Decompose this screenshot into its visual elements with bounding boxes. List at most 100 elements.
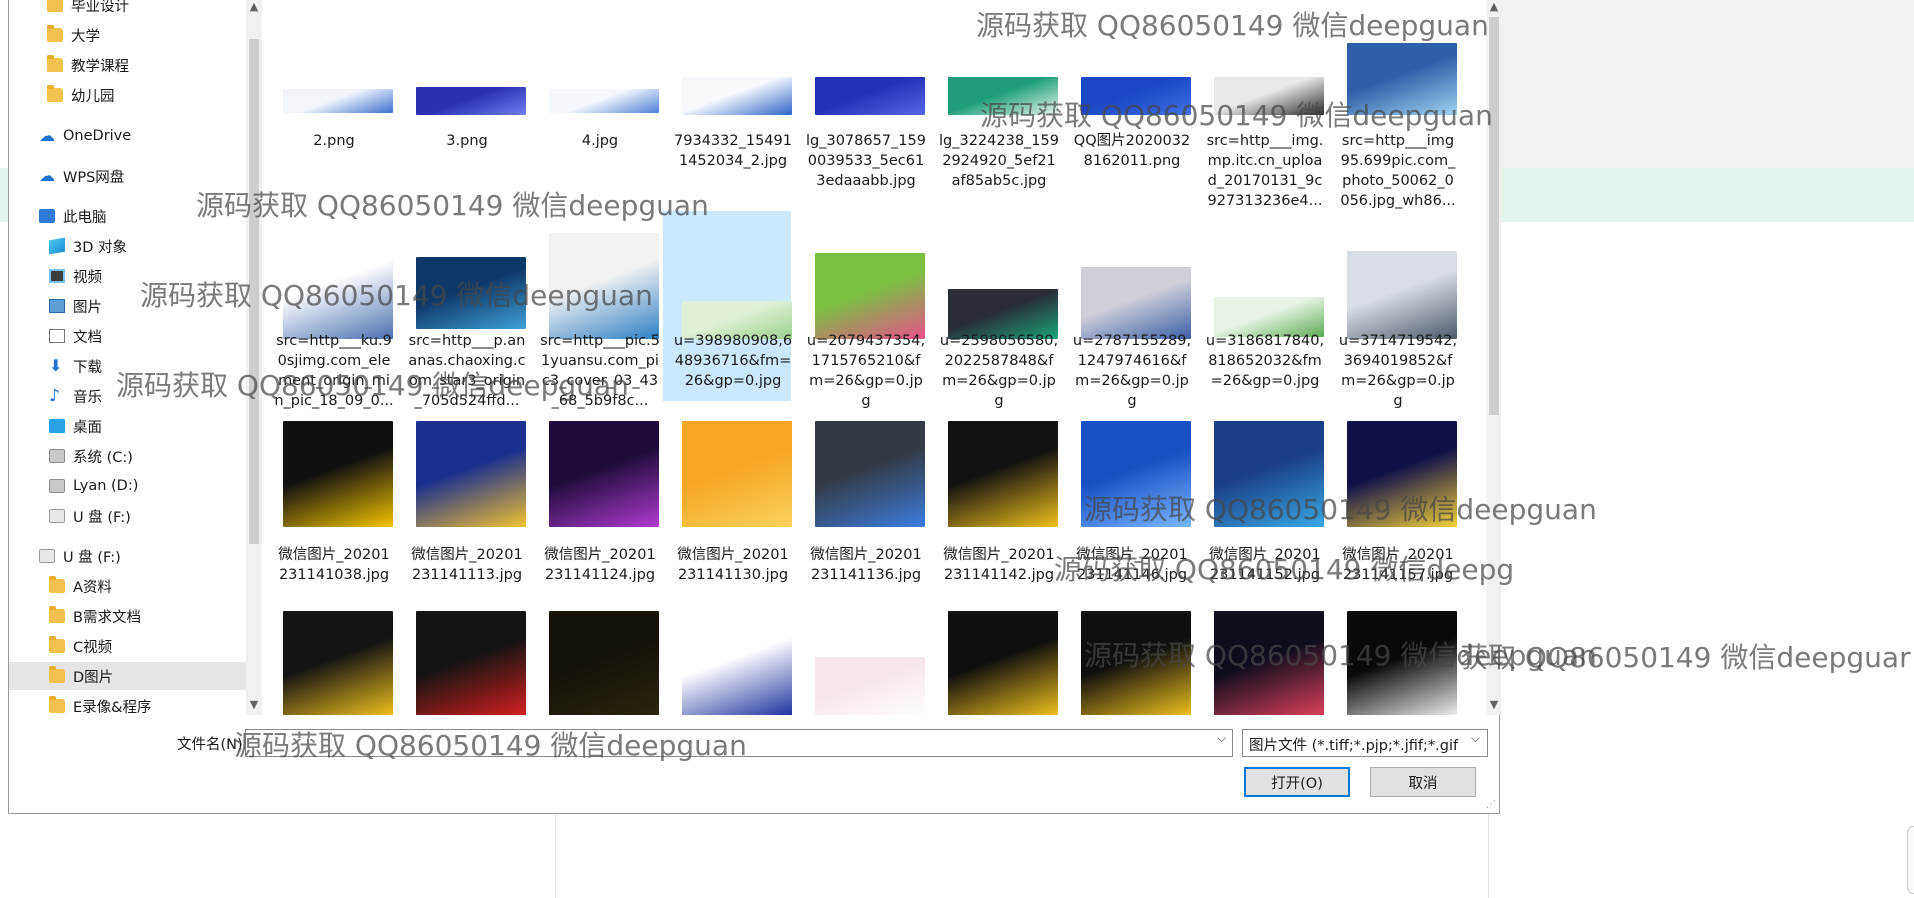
nav-usb-f-root[interactable]: U 盘 (F:)	[39, 542, 121, 570]
file-name: 微信图片_20201231141146.jpg	[1076, 547, 1188, 583]
file-item[interactable]: u=2079437354,1715765210&fm=26&gp=0.jpg	[796, 211, 925, 409]
file-item[interactable]: src=http___pic.51yuansu.com_pic3_cover_0…	[530, 211, 660, 409]
nav-3d-objects[interactable]: 3D 对象	[49, 232, 127, 260]
nav-drive-c[interactable]: 系统 (C:)	[49, 442, 133, 470]
file-name: src=http___pic.51yuansu.com_pic3_cover_0…	[540, 333, 660, 409]
nav-folder-courses[interactable]: 教学课程	[47, 51, 129, 79]
file-item[interactable]	[663, 609, 792, 715]
file-item[interactable]: u=3186817840,818652032&fm=26&gp=0.jpg	[1195, 211, 1324, 401]
nav-folder-b[interactable]: B需求文档	[49, 602, 141, 630]
file-name: u=2598056580,2022587848&fm=26&gp=0.jpg	[939, 333, 1059, 409]
file-item[interactable]	[1328, 609, 1457, 715]
nav-this-pc[interactable]: 此电脑	[39, 202, 107, 230]
scroll-up-arrow-icon[interactable]: ▲	[1487, 0, 1501, 15]
file-item[interactable]	[264, 609, 393, 715]
nav-folder-e[interactable]: E录像&程序	[49, 692, 151, 715]
file-item[interactable]: src=http___p.ananas.chaoxing.com_star3_o…	[397, 211, 526, 409]
file-name: 2.png	[313, 133, 355, 149]
file-item[interactable]: QQ图片20200328162011.png	[1062, 0, 1191, 179]
nav-desktop[interactable]: 桌面	[49, 412, 102, 440]
file-item[interactable]: 微信图片_20201231141113.jpg	[397, 419, 526, 599]
file-item[interactable]: 7934332_154911452034_2.jpg	[663, 0, 792, 179]
file-item[interactable]: 微信图片_20201231141136.jpg	[796, 419, 925, 599]
file-item[interactable]	[796, 609, 925, 715]
cloud-icon: ☁	[39, 126, 55, 145]
scroll-down-arrow-icon[interactable]: ▼	[1487, 697, 1501, 713]
file-thumbnail	[416, 257, 526, 329]
nav-folder-kindergarten[interactable]: 幼儿园	[47, 81, 115, 109]
music-icon: ♪	[49, 386, 60, 406]
scroll-down-arrow-icon[interactable]: ▼	[246, 697, 262, 713]
file-item[interactable]: 微信图片_20201231141142.jpg	[929, 419, 1058, 599]
nav-item-label: 系统 (C:)	[73, 449, 133, 466]
file-item[interactable]: src=http___img.mp.itc.cn_upload_20170131…	[1195, 0, 1324, 209]
filetype-dropdown-icon[interactable]: ⌵	[1471, 731, 1480, 746]
file-name: src=http___img95.699pic.com_photo_50062_…	[1340, 133, 1456, 209]
nav-item-label: 音乐	[73, 389, 102, 406]
file-item[interactable]: src=http___ku.90sjimg.com_element_origin…	[264, 211, 394, 409]
file-item[interactable]: lg_3078657_1590039533_5ec613edaaabb.jpg	[796, 0, 926, 189]
nav-item-label: 此电脑	[63, 209, 107, 226]
file-grid-scroll-thumb[interactable]	[1489, 17, 1499, 415]
file-name: 微信图片_20201231141136.jpg	[810, 547, 922, 583]
navigation-scroll-thumb[interactable]	[249, 39, 259, 544]
file-item[interactable]: 微信图片_20201231141157.jpg	[1328, 419, 1457, 599]
file-item[interactable]	[1195, 609, 1324, 715]
file-item[interactable]	[530, 609, 659, 715]
folder-icon	[49, 606, 65, 623]
nav-folder-c[interactable]: C视频	[49, 632, 112, 660]
filename-input[interactable]	[245, 729, 1233, 757]
file-item[interactable]	[929, 609, 1058, 715]
file-item[interactable]: 3.png	[397, 0, 526, 179]
file-item[interactable]: u=2787155289,1247974616&fm=26&gp=0.jpg	[1062, 211, 1191, 409]
nav-folder-a[interactable]: A资料	[49, 572, 112, 600]
file-item[interactable]: lg_3224238_1592924920_5ef21af85ab5c.jpg	[929, 0, 1059, 189]
usb-drive-icon	[39, 549, 55, 563]
file-item[interactable]: 4.jpg	[530, 0, 659, 179]
file-name: 3.png	[446, 133, 488, 149]
nav-folder-university[interactable]: 大学	[47, 21, 100, 49]
file-item[interactable]: 微信图片_20201231141038.jpg	[264, 419, 393, 599]
background-side-tab[interactable]	[1907, 826, 1914, 894]
resize-grip-icon[interactable]: ⋰	[1486, 799, 1496, 810]
file-item[interactable]	[397, 609, 526, 715]
nav-music[interactable]: ♪ 音乐	[49, 382, 102, 410]
nav-onedrive[interactable]: ☁ OneDrive	[39, 122, 131, 150]
open-button[interactable]: 打开(O)	[1244, 767, 1350, 797]
nav-item-label: B需求文档	[73, 609, 141, 626]
filetype-select[interactable]: 图片文件 (*.tiff;*.pjp;*.jfif;*.gif	[1242, 729, 1488, 757]
nav-item-label: 视频	[73, 269, 102, 286]
file-name: lg_3078657_1590039533_5ec613edaaabb.jpg	[806, 133, 926, 189]
navigation-scrollbar[interactable]: ▲ ▼	[246, 0, 262, 715]
nav-downloads[interactable]: ⬇ 下载	[49, 352, 102, 380]
nav-drive-d[interactable]: Lyan (D:)	[49, 472, 138, 500]
nav-pictures[interactable]: 图片	[49, 292, 102, 320]
file-grid-scrollbar[interactable]: ▲ ▼	[1487, 0, 1501, 715]
file-name: u=2787155289,1247974616&fm=26&gp=0.jpg	[1072, 333, 1192, 409]
file-item[interactable]: u=2598056580,2022587848&fm=26&gp=0.jpg	[929, 211, 1058, 409]
nav-videos[interactable]: 视频	[49, 262, 102, 290]
file-item[interactable]	[1062, 609, 1191, 715]
file-item[interactable]: u=3714719542,3694019852&fm=26&gp=0.jpg	[1328, 211, 1457, 409]
file-item[interactable]: 微信图片_20201231141152.jpg	[1195, 419, 1324, 599]
file-item[interactable]: 微信图片_20201231141146.jpg	[1062, 419, 1191, 599]
file-name: 7934332_154911452034_2.jpg	[674, 133, 792, 169]
file-thumbnail	[1347, 421, 1457, 527]
file-item[interactable]: u=398980908,648936716&fm=26&gp=0.jpg	[663, 211, 792, 401]
scroll-up-arrow-icon[interactable]: ▲	[246, 0, 262, 15]
file-thumbnail	[1214, 611, 1324, 715]
computer-icon	[39, 209, 55, 223]
nav-drive-f[interactable]: U 盘 (F:)	[49, 502, 131, 530]
file-item[interactable]: 微信图片_20201231141130.jpg	[663, 419, 792, 599]
file-item[interactable]: src=http___img95.699pic.com_photo_50062_…	[1328, 0, 1457, 209]
file-item[interactable]: 2.png	[264, 0, 393, 179]
nav-documents[interactable]: 文档	[49, 322, 102, 350]
filename-dropdown-icon[interactable]: ⌵	[1217, 731, 1226, 746]
nav-folder-d[interactable]: D图片	[9, 662, 254, 690]
file-item[interactable]: 微信图片_20201231141124.jpg	[530, 419, 659, 599]
nav-wps-cloud[interactable]: ☁ WPS网盘	[39, 162, 124, 190]
file-name: 微信图片_20201231141142.jpg	[943, 547, 1055, 583]
cancel-button[interactable]: 取消	[1370, 767, 1476, 797]
file-thumbnail	[1347, 43, 1457, 115]
nav-folder-graduation[interactable]: 毕业设计	[47, 0, 129, 19]
